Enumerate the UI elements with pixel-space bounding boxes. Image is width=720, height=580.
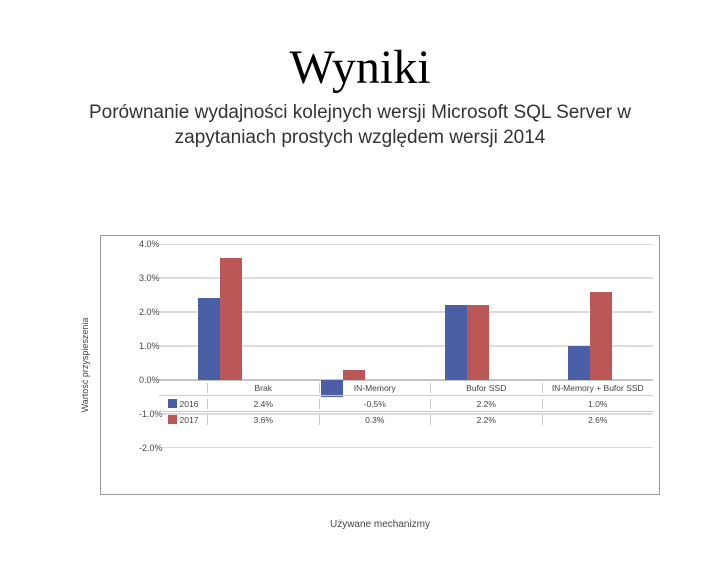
y-tick: 4.0% <box>139 239 157 249</box>
category-label: IN-Memory + Bufor SSD <box>542 383 654 393</box>
y-tick: -2.0% <box>139 443 157 453</box>
y-axis-label: Wartość przyspieszenia <box>80 318 90 413</box>
value-cell: 3.6% <box>207 415 319 425</box>
bar-2016-brak <box>198 298 220 380</box>
slide: Wyniki Porównanie wydajności kolejnych w… <box>0 40 720 580</box>
y-tick: -1.0% <box>139 409 157 419</box>
value-cell: 2.6% <box>542 415 654 425</box>
value-cell: -0.5% <box>319 399 431 409</box>
value-cell: 1.0% <box>542 399 654 409</box>
value-cell: 2.4% <box>207 399 319 409</box>
y-tick: 0.0% <box>139 375 157 385</box>
category-row: Brak IN-Memory Bufor SSD IN-Memory + Buf… <box>159 380 653 395</box>
y-tick: 3.0% <box>139 273 157 283</box>
bar-2017-buforssd <box>467 305 489 380</box>
category-label: IN-Memory <box>319 383 431 393</box>
value-cell: 0.3% <box>319 415 431 425</box>
data-table: Brak IN-Memory Bufor SSD IN-Memory + Buf… <box>159 380 653 427</box>
bar-2016-buforssd <box>445 305 467 380</box>
x-axis-label: Używane mechanizmy <box>101 519 659 530</box>
bar-2016-combo <box>568 346 590 380</box>
category-label: Bufor SSD <box>430 383 542 393</box>
bar-2017-brak <box>220 258 242 380</box>
value-cell: 2.2% <box>430 415 542 425</box>
bar-2017-inmemory <box>343 370 365 380</box>
category-label: Brak <box>207 383 319 393</box>
value-cell: 2.2% <box>430 399 542 409</box>
y-tick: 1.0% <box>139 341 157 351</box>
series-row-2016: 2016 2.4% -0.5% 2.2% 1.0% <box>159 395 653 411</box>
page-title: Wyniki <box>0 40 720 95</box>
bar-2017-combo <box>590 292 612 380</box>
legend-label-2017: 2017 <box>180 415 199 425</box>
series-row-2017: 2017 3.6% 0.3% 2.2% 2.6% <box>159 411 653 427</box>
subtitle: Porównanie wydajności kolejnych wersji M… <box>60 101 660 150</box>
chart: Wartość przyspieszenia 4.0% 3.0% 2.0% 1.… <box>100 235 660 495</box>
legend-swatch-2017 <box>168 415 177 424</box>
legend-label-2016: 2016 <box>180 399 199 409</box>
legend-swatch-2016 <box>168 399 177 408</box>
y-tick: 2.0% <box>139 307 157 317</box>
